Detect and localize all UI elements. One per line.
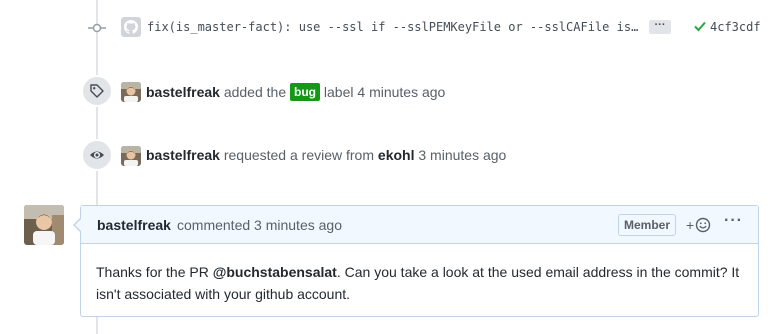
comment-author-avatar[interactable] <box>24 205 64 245</box>
label-event-text: bastelfreak added the bug label 4 minute… <box>146 83 445 101</box>
github-octocat-avatar[interactable] <box>121 17 141 37</box>
check-icon[interactable] <box>693 19 707 33</box>
git-commit-icon <box>88 23 106 33</box>
event-action: added the <box>223 84 287 100</box>
octocat-icon <box>124 20 138 34</box>
smiley-icon <box>695 217 711 233</box>
event-suffix: label <box>323 84 354 100</box>
plus-label: + <box>686 217 695 233</box>
user-photo-icon <box>24 205 64 245</box>
comment-body: Thanks for the PR @buchstabensalat. Can … <box>96 261 751 305</box>
reviewer-link[interactable]: ekohl <box>378 147 415 163</box>
avatar[interactable] <box>121 146 141 166</box>
add-reaction-button[interactable]: + <box>686 215 711 235</box>
comment-box: bastelfreak commented 3 minutes ago Memb… <box>73 205 759 317</box>
event-timestamp[interactable]: 4 minutes ago <box>357 84 445 100</box>
user-mention-link[interactable]: @buchstabensalat <box>213 264 337 280</box>
commit-sha-link[interactable]: 4cf3cdf <box>710 20 761 34</box>
user-photo-icon <box>121 82 141 102</box>
avatar[interactable] <box>121 82 141 102</box>
bug-label[interactable]: bug <box>290 83 321 101</box>
comment-text: Thanks for the PR <box>96 264 213 280</box>
event-badge <box>81 139 113 171</box>
commit-row: fix(is_master-fact): use --ssl if --sslP… <box>0 14 772 42</box>
comment-author-link[interactable]: bastelfreak <box>97 217 171 233</box>
event-actor-link[interactable]: bastelfreak <box>146 147 220 163</box>
comment-header: bastelfreak commented 3 minutes ago Memb… <box>81 206 758 244</box>
comment-timestamp[interactable]: commented 3 minutes ago <box>177 217 342 233</box>
label-event: bastelfreak added the bug label 4 minute… <box>0 75 772 109</box>
event-badge <box>81 75 113 107</box>
expand-commit-message-button[interactable]: ··· <box>649 20 671 34</box>
review-event-text: bastelfreak requested a review from ekoh… <box>146 147 506 163</box>
event-action: requested a review from <box>223 147 375 163</box>
user-photo-icon <box>121 146 141 166</box>
review-request-event: bastelfreak requested a review from ekoh… <box>0 139 772 173</box>
event-actor-link[interactable]: bastelfreak <box>146 84 220 100</box>
member-badge: Member <box>618 214 677 236</box>
more-options-button[interactable]: ··· <box>724 213 742 234</box>
event-timestamp[interactable]: 3 minutes ago <box>418 147 506 163</box>
commit-message-link[interactable]: fix(is_master-fact): use --ssl if --sslP… <box>147 20 642 34</box>
tag-icon <box>90 84 104 98</box>
eye-icon <box>90 151 104 159</box>
